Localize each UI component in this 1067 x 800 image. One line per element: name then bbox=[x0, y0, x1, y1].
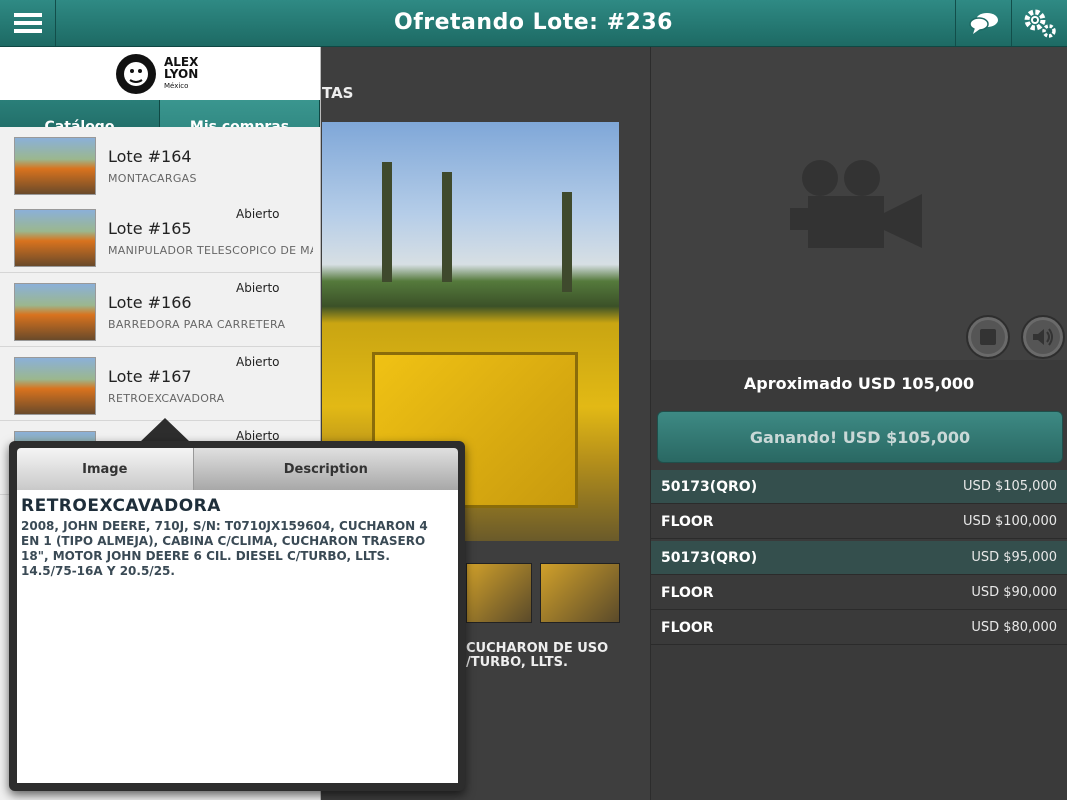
lot-item[interactable]: Lote #164 MONTACARGAS bbox=[0, 127, 320, 201]
logo-name: ALEX LYON bbox=[164, 54, 199, 81]
winning-bid-button[interactable]: Ganando! USD $105,000 bbox=[657, 411, 1063, 463]
lot-thumbnail bbox=[14, 137, 96, 195]
speaker-icon bbox=[1033, 328, 1053, 346]
stop-button[interactable] bbox=[966, 315, 1010, 359]
tab-description[interactable]: Description bbox=[193, 448, 458, 490]
video-camera-icon bbox=[790, 160, 922, 248]
bid-row: 50173(QRO) USD $95,000 bbox=[651, 541, 1067, 575]
chat-button[interactable] bbox=[955, 0, 1011, 46]
bid-row: 50173(QRO) USD $105,000 bbox=[651, 470, 1067, 504]
bid-amount: USD $100,000 bbox=[963, 514, 1057, 529]
lot-item[interactable]: Abierto Lote #166 BARREDORA PARA CARRETE… bbox=[0, 273, 320, 347]
lot-desc: BARREDORA PARA CARRETERA bbox=[108, 318, 286, 331]
bid-bidder: FLOOR bbox=[661, 513, 714, 530]
settings-button[interactable] bbox=[1011, 0, 1067, 46]
popover-content: RETROEXCAVADORA 2008, JOHN DEERE, 710J, … bbox=[17, 490, 458, 783]
lot-name: Lote #167 bbox=[108, 367, 192, 386]
bid-bidder: FLOOR bbox=[661, 584, 714, 601]
lot-thumbnail[interactable] bbox=[540, 563, 620, 623]
photo-tree bbox=[442, 172, 452, 282]
lot-thumbnail[interactable] bbox=[466, 563, 532, 623]
bid-row: FLOOR USD $100,000 bbox=[651, 505, 1067, 539]
lot-thumbnail bbox=[14, 357, 96, 415]
lot-item[interactable]: Abierto Lote #167 RETROEXCAVADORA bbox=[0, 347, 320, 421]
desc-line: /TURBO, LLTS. bbox=[466, 655, 568, 670]
stop-icon bbox=[980, 329, 996, 345]
lot-thumbnail bbox=[14, 283, 96, 341]
approx-price: Aproximado USD 105,000 bbox=[743, 374, 975, 393]
lot-desc: MANIPULADOR TELESCOPICO DE MATERIALES bbox=[108, 244, 313, 257]
gears-icon bbox=[1024, 9, 1056, 38]
logo-sub: México bbox=[164, 81, 189, 90]
bid-bidder: 50173(QRO) bbox=[661, 478, 758, 495]
lot-item[interactable]: Abierto Lote #165 MANIPULADOR TELESCOPIC… bbox=[0, 199, 320, 273]
bid-bidder: 50173(QRO) bbox=[661, 549, 758, 566]
lot-detail-header: TAS bbox=[322, 84, 354, 102]
popover-tabs: Image Description bbox=[17, 448, 458, 490]
popover-title: RETROEXCAVADORA bbox=[21, 496, 221, 516]
bid-amount: USD $90,000 bbox=[971, 585, 1057, 600]
lot-name: Lote #164 bbox=[108, 147, 192, 166]
lot-name: Lote #166 bbox=[108, 293, 192, 312]
lot-desc: MONTACARGAS bbox=[108, 172, 197, 185]
brand-logo: ALEX LYON México bbox=[0, 47, 320, 100]
lot-description-tail: CUCHARON DE USO /TURBO, LLTS. bbox=[466, 642, 646, 670]
lot-thumbnail bbox=[14, 209, 96, 267]
page-title: Ofretando Lote: #236 bbox=[394, 10, 673, 35]
bid-amount: USD $80,000 bbox=[971, 620, 1057, 635]
bid-bidder: FLOOR bbox=[661, 619, 714, 636]
bid-row: FLOOR USD $90,000 bbox=[651, 576, 1067, 610]
popover-arrow bbox=[140, 418, 190, 442]
bid-amount: USD $105,000 bbox=[963, 479, 1057, 494]
lot-name: Lote #165 bbox=[108, 219, 192, 238]
lot-status: Abierto bbox=[236, 355, 280, 369]
desc-line: CUCHARON DE USO bbox=[466, 641, 609, 656]
bid-amount: USD $95,000 bbox=[971, 550, 1057, 565]
lot-desc: RETROEXCAVADORA bbox=[108, 392, 225, 405]
logo-text: ALEX LYON México bbox=[164, 56, 204, 92]
tab-image[interactable]: Image bbox=[17, 448, 194, 490]
chat-bubbles-icon bbox=[968, 13, 998, 34]
top-bar: Ofretando Lote: #236 bbox=[0, 0, 1067, 47]
audio-button[interactable] bbox=[1021, 315, 1065, 359]
photo-tree bbox=[562, 192, 572, 292]
popover-description: 2008, JOHN DEERE, 710J, S/N: T0710JX1596… bbox=[21, 519, 428, 578]
bid-row: FLOOR USD $80,000 bbox=[651, 611, 1067, 645]
lot-status: Abierto bbox=[236, 207, 280, 221]
photo-tree bbox=[382, 162, 392, 282]
lot-status: Abierto bbox=[236, 281, 280, 295]
